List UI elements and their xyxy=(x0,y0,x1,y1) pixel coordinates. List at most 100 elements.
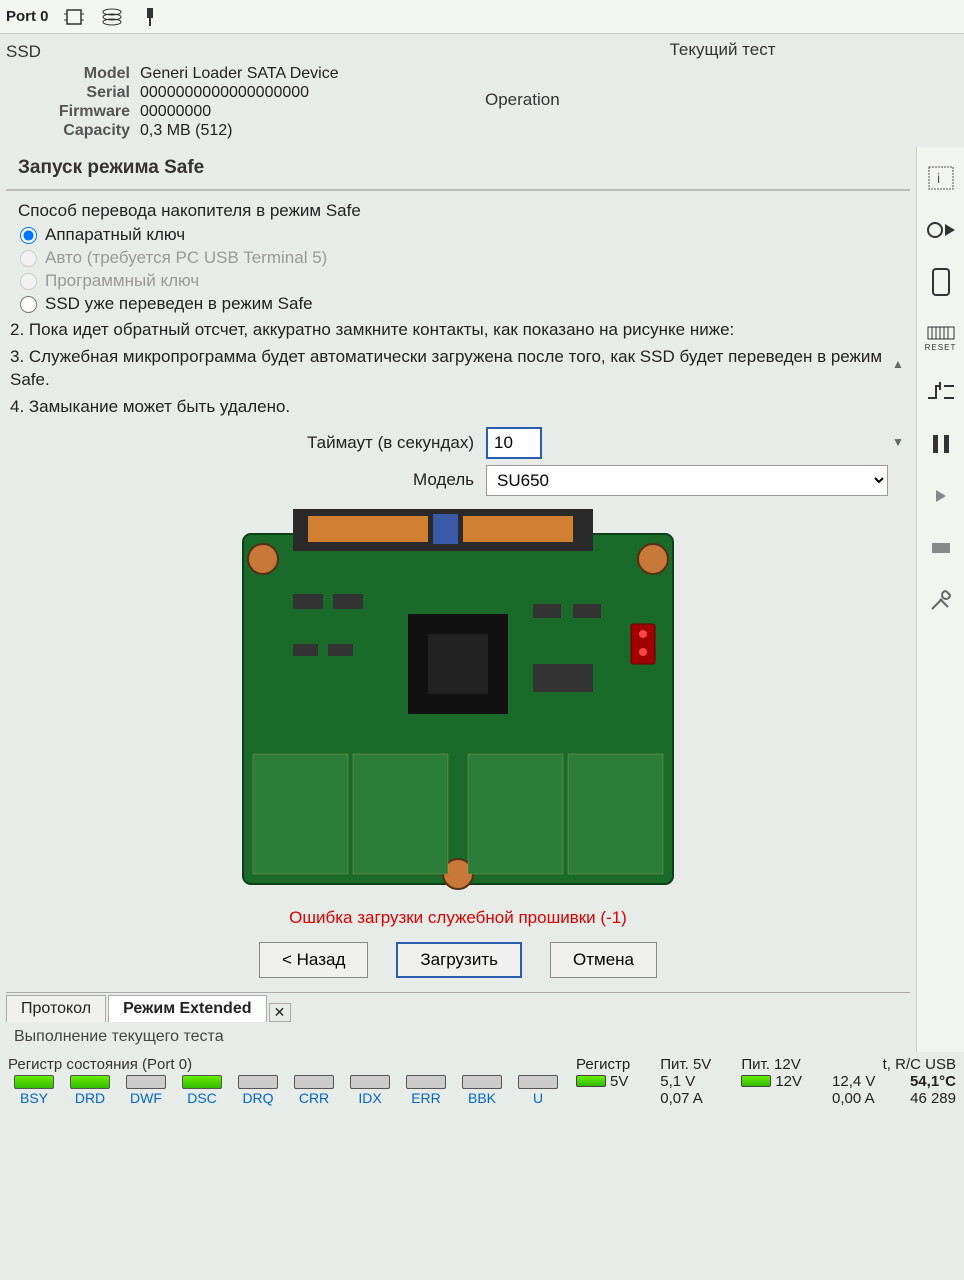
register-flag-label: DRD xyxy=(75,1090,105,1106)
radio-hardware-key-input[interactable] xyxy=(20,227,37,244)
serial-value: 0000000000000000000 xyxy=(140,84,309,102)
radio-already-safe-input[interactable] xyxy=(20,296,37,313)
radio-hardware-key-label: Аппаратный ключ xyxy=(45,225,185,245)
temp-label: t, R/C USB xyxy=(883,1056,956,1073)
tab-extended[interactable]: Режим Extended xyxy=(108,995,266,1022)
led-dwf xyxy=(126,1075,166,1089)
register-flag-bbk: BBK xyxy=(456,1075,508,1106)
register-flag-err: ERR xyxy=(400,1075,452,1106)
register-label: Регистр xyxy=(576,1056,630,1073)
load-button[interactable]: Загрузить xyxy=(396,942,522,978)
back-button[interactable]: < Назад xyxy=(259,942,368,978)
reset-icon[interactable]: RESET xyxy=(924,317,958,357)
radio-software-key-input xyxy=(20,273,37,290)
cancel-button[interactable]: Отмена xyxy=(550,942,657,978)
reset-label: RESET xyxy=(925,343,957,352)
chip-icon[interactable] xyxy=(61,4,87,30)
footer-registers: Регистр состояния (Port 0) BSY DRD DWF DSC D… xyxy=(0,1052,964,1111)
led-drd xyxy=(70,1075,110,1089)
tools-icon[interactable] xyxy=(924,583,958,617)
register-title: Регистр состояния (Port 0) xyxy=(8,1056,564,1073)
header-section: SSD ModelGeneri Loader SATA Device Seria… xyxy=(0,34,964,147)
stack-icon[interactable] xyxy=(99,4,125,30)
status-line: Выполнение текущего теста xyxy=(6,1022,910,1052)
led-err xyxy=(406,1075,446,1089)
pwr5-label: Пит. 5V xyxy=(660,1056,711,1073)
register-flag-label: U xyxy=(533,1090,543,1106)
pin-icon[interactable] xyxy=(137,4,163,30)
device-info-block: SSD ModelGeneri Loader SATA Device Seria… xyxy=(0,34,481,147)
model-value: Generi Loader SATA Device xyxy=(140,65,339,83)
register-flag-crr: CRR xyxy=(288,1075,340,1106)
radio-software-key: Программный ключ xyxy=(20,271,896,291)
instruction-step2: 2. Пока идет обратный отсчет, аккуратно … xyxy=(6,317,910,344)
current-test-label: Текущий тест xyxy=(485,40,960,60)
radio-auto-input xyxy=(20,250,37,267)
timeout-input[interactable] xyxy=(486,427,542,459)
radio-already-safe-label: SSD уже переведен в режим Safe xyxy=(45,294,313,314)
timeout-label: Таймаут (в секундах) xyxy=(6,433,486,453)
play-small-icon[interactable] xyxy=(924,479,958,513)
pause-icon[interactable] xyxy=(924,427,958,461)
pwr12-led-label: 12V xyxy=(775,1073,802,1090)
register-flag-label: DRQ xyxy=(242,1090,273,1106)
led-crr xyxy=(294,1075,334,1089)
register-flag-dsc: DSC xyxy=(176,1075,228,1106)
radio-auto-label: Авто (требуется PC USB Terminal 5) xyxy=(45,248,327,268)
register-flag-label: DWF xyxy=(130,1090,162,1106)
register-flag-bsy: BSY xyxy=(8,1075,60,1106)
scroll-up-arrow[interactable]: ▲ xyxy=(892,357,908,373)
tab-protocol[interactable]: Протокол xyxy=(6,995,106,1022)
instruction-step3: 3. Служебная микропрограмма будет автома… xyxy=(6,344,910,394)
panel-title: Запуск режима Safe xyxy=(6,147,910,191)
radio-already-safe[interactable]: SSD уже переведен в режим Safe xyxy=(20,294,896,314)
led-bsy xyxy=(14,1075,54,1089)
play-skip-icon[interactable] xyxy=(924,213,958,247)
register-flag-label: CRR xyxy=(299,1090,329,1106)
register-flag-drd: DRD xyxy=(64,1075,116,1106)
capacity-key: Capacity xyxy=(2,122,140,140)
temp-value: 54,1°C xyxy=(883,1073,956,1090)
pwr12-current: 0,00 A xyxy=(832,1090,875,1107)
error-message: Ошибка загрузки служебной прошивки (-1) xyxy=(6,908,910,928)
pwr5-led-label: 5V xyxy=(610,1073,628,1090)
led-dsc xyxy=(182,1075,222,1089)
pwr5-current: 0,07 A xyxy=(660,1090,711,1107)
bottom-tabs: Протокол Режим Extended ✕ xyxy=(6,992,910,1022)
chip-small-icon[interactable] xyxy=(924,531,958,565)
radio-auto: Авто (требуется PC USB Terminal 5) xyxy=(20,248,896,268)
port-label: Port 0 xyxy=(6,8,49,25)
model-select-label: Модель xyxy=(6,470,486,490)
register-flag-label: BBK xyxy=(468,1090,496,1106)
side-toolbar: i RESET xyxy=(916,147,964,1052)
svg-text:i: i xyxy=(937,170,940,186)
register-flag-idx: IDX xyxy=(344,1075,396,1106)
register-flag-u: U xyxy=(512,1075,564,1106)
register-flag-dwf: DWF xyxy=(120,1075,172,1106)
pwr5-voltage: 5,1 V xyxy=(660,1073,711,1090)
register-flag-label: IDX xyxy=(358,1090,381,1106)
temp-count: 46 289 xyxy=(883,1090,956,1107)
led-u xyxy=(518,1075,558,1089)
radio-hardware-key[interactable]: Аппаратный ключ xyxy=(20,225,896,245)
model-key: Model xyxy=(2,65,140,83)
method-group-label: Способ перевода накопителя в режим Safe xyxy=(18,201,898,221)
model-select[interactable]: SU650 xyxy=(486,465,888,496)
register-flag-drq: DRQ xyxy=(232,1075,284,1106)
led-drq xyxy=(238,1075,278,1089)
circuit-icon[interactable] xyxy=(924,375,958,409)
led-idx xyxy=(350,1075,390,1089)
register-flags-row: BSY DRD DWF DSC DRQ CRR IDX ERR BBK U xyxy=(8,1075,564,1106)
info-card-icon[interactable]: i xyxy=(924,161,958,195)
instruction-step4: 4. Замыкание может быть удалено. xyxy=(6,394,910,421)
firmware-value: 00000000 xyxy=(140,103,211,121)
register-flag-label: BSY xyxy=(20,1090,48,1106)
scroll-down-arrow[interactable]: ▼ xyxy=(892,435,908,451)
test-block: Текущий тест Operation xyxy=(481,34,964,147)
led-5v xyxy=(576,1075,606,1087)
device-icon[interactable] xyxy=(924,265,958,299)
register-flag-label: ERR xyxy=(411,1090,441,1106)
tab-close-button[interactable]: ✕ xyxy=(269,1003,291,1022)
operation-label: Operation xyxy=(485,90,960,110)
ssd-label: SSD xyxy=(2,40,477,64)
